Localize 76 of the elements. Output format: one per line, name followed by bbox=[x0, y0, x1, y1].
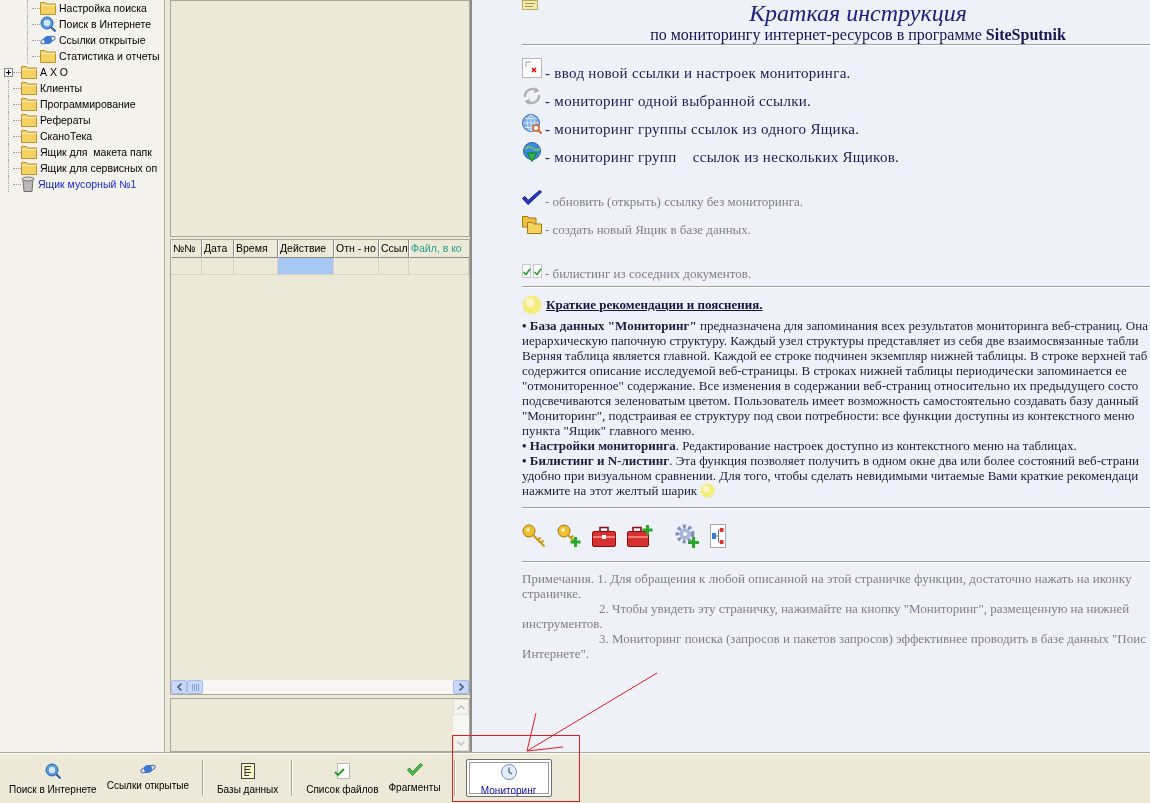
instruction-text: - мониторинг группы ссылок из одного Ящика. bbox=[545, 120, 860, 138]
instruction-text: - мониторинг групп ссылок из нескольких Ящиков. bbox=[545, 148, 900, 166]
scroll-right-button[interactable] bbox=[453, 680, 469, 694]
folder-icon bbox=[40, 1, 56, 15]
key-icon[interactable] bbox=[522, 524, 546, 548]
gear-plus-icon[interactable] bbox=[675, 524, 699, 548]
toolbar-button[interactable]: Мониторинг bbox=[465, 759, 552, 797]
column-header[interactable]: Отн - но bbox=[334, 240, 379, 258]
tree-item[interactable]: Рефераты bbox=[21, 112, 91, 128]
toolbar-button[interactable]: Поиск в Интернете bbox=[4, 757, 102, 799]
instruction-text: - мониторинг одной выбранной ссылки. bbox=[545, 92, 812, 110]
column-header[interactable]: Действие bbox=[278, 240, 334, 258]
paragraph-text: • Настройки мониторинга. Редактирование настроек доступно из контекстного меню на таблицах. bbox=[522, 438, 1077, 453]
toolbar-button[interactable]: Фрагменты bbox=[383, 757, 446, 799]
toolbar-button[interactable]: Базы данных bbox=[212, 757, 284, 799]
instruction-text: - создать новый Ящик в базе данных. bbox=[545, 222, 752, 238]
diagram-icon[interactable] bbox=[710, 524, 726, 548]
tree-item[interactable]: Статистика и отчеты bbox=[40, 48, 160, 64]
instruction-text: - ввод новой ссылки и настроек мониторинга. bbox=[545, 64, 851, 82]
tree-item[interactable]: Ящик мусорный №1 bbox=[21, 176, 137, 192]
grip-icon bbox=[191, 683, 199, 691]
folder-icon bbox=[21, 113, 37, 127]
tree-item[interactable]: Клиенты bbox=[21, 80, 83, 96]
column-header[interactable]: Дата bbox=[202, 240, 234, 258]
note-text: 2. Чтобы увидеть эту страничку, нажимайте на кнопку "Мониторинг", размещенную на нижней инструментов. bbox=[522, 601, 1131, 631]
column-header[interactable]: Время bbox=[234, 240, 278, 258]
check-icon bbox=[522, 190, 542, 206]
document-check-icon bbox=[334, 763, 351, 779]
document-subtitle: по мониторингу интернет-ресурсов в программе SiteSputnik bbox=[650, 26, 1066, 43]
column-header[interactable]: Ссыл bbox=[379, 240, 409, 258]
clock-icon bbox=[500, 764, 517, 780]
section-heading: Краткие рекомендации и пояснения. bbox=[546, 297, 763, 313]
double-check-icon bbox=[522, 264, 542, 278]
planet-icon bbox=[40, 34, 56, 46]
key-plus-icon[interactable] bbox=[557, 524, 581, 548]
toolbox-icon[interactable] bbox=[592, 525, 616, 547]
folder-icon bbox=[21, 145, 37, 159]
toolbar-button[interactable]: Список файлов bbox=[301, 757, 384, 799]
note-text: 3. Мониторинг поиска (запросов и пакетов запросов) эффективнее проводить в базе данных "Поис Интернете". bbox=[522, 631, 1147, 661]
folder-icon bbox=[21, 129, 37, 143]
tree-item[interactable]: Ссылки открытые bbox=[40, 32, 146, 48]
scroll-left-button[interactable] bbox=[171, 680, 187, 694]
tree-item[interactable]: Поиск в Интернете bbox=[40, 16, 152, 32]
paragraph-text: нажмите на этот желтый шарик bbox=[522, 483, 698, 498]
folders-icon bbox=[522, 214, 542, 234]
folder-icon bbox=[21, 161, 37, 175]
instruction-text: - обновить (открыть) ссылку без мониторинга. bbox=[545, 194, 803, 210]
page-icon bbox=[522, 0, 538, 10]
tree-item[interactable]: СканоТека bbox=[21, 128, 93, 144]
toolbox-plus-icon[interactable] bbox=[627, 525, 653, 547]
document-icon bbox=[240, 763, 255, 779]
planet-icon bbox=[139, 763, 156, 775]
globe-search-icon bbox=[44, 763, 61, 779]
note-text: Примечания. 1. Для обращения к любой описанной на этой страничке функции, достаточно нажать на иконку страничке. bbox=[522, 571, 1133, 601]
folder-icon bbox=[21, 81, 37, 95]
globe-search-icon bbox=[522, 114, 542, 134]
document-title: Краткая инструкция bbox=[749, 0, 967, 26]
instruction-text: - билистинг из соседних документов. bbox=[545, 266, 752, 282]
scrollbar-thumb[interactable] bbox=[187, 680, 203, 694]
check-icon bbox=[406, 763, 423, 777]
globe-search-icon bbox=[40, 16, 56, 32]
tree-item[interactable]: Ящик для сервисных оп bbox=[21, 160, 158, 176]
tree-item[interactable]: А Х О bbox=[21, 64, 68, 80]
folder-icon bbox=[40, 49, 56, 63]
tree-item[interactable]: Программирование bbox=[21, 96, 136, 112]
folder-icon bbox=[21, 65, 37, 79]
broken-image-icon bbox=[522, 58, 542, 78]
folder-icon bbox=[21, 97, 37, 111]
tree-item[interactable]: Настройка поиска bbox=[40, 0, 147, 16]
tree-item[interactable]: Ящик для макета папк bbox=[21, 144, 152, 160]
trash-can-icon bbox=[21, 176, 35, 192]
expand-toggle-icon[interactable] bbox=[4, 67, 13, 77]
toolbar-button[interactable]: Ссылки открытые bbox=[101, 757, 195, 799]
column-header[interactable]: №№ bbox=[171, 240, 202, 258]
paragraph-text: • База данных "Мониторинг" предназначена для запоминания всех результатов мониторинга веб-страниц. Она иерархическую папочную структуру. Каждый узел структуры представляет из себя две взаимосвязанные табли Верняя таблица является главной. Каждой ее строке подчинен экземпляр нижней таблицы. В строке верхней таб содержится описание исследуемой веб-страницы. В строках нижней таблицы периодически запоминается ее "отмониторенное" содержание. Все изменения в содержании веб-страниц относительно их предыдущего состо подсвечиваются зеленоватым цветом. Пользователь имеет возможность самостоятельно создавать базу данный "Мониторинг", подстраивая ее структуру под свои потребности: все функции доступны из контекстного меню пункта "Ящик" главного меню. bbox=[522, 318, 1148, 438]
circular-arrows-icon bbox=[522, 86, 542, 106]
